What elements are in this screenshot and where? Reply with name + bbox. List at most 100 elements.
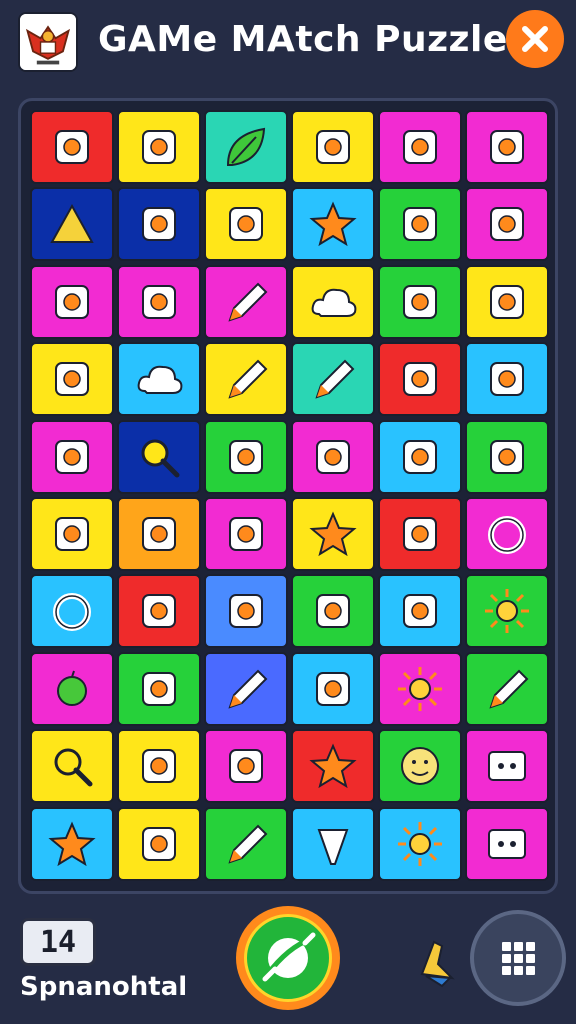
smiley-icon (401, 747, 439, 786)
tile[interactable] (378, 342, 462, 417)
tile[interactable] (378, 651, 462, 726)
tile[interactable] (204, 342, 288, 417)
tile[interactable] (117, 342, 201, 417)
tile[interactable] (30, 419, 114, 494)
tile[interactable] (291, 342, 375, 417)
tile[interactable] (117, 419, 201, 494)
tile[interactable] (30, 574, 114, 649)
tile[interactable] (378, 729, 462, 804)
tile[interactable] (465, 419, 549, 494)
triangle-icon (50, 204, 94, 244)
tile[interactable] (117, 651, 201, 726)
cone-icon (317, 828, 349, 865)
tile[interactable] (204, 497, 288, 571)
tile[interactable] (465, 729, 549, 804)
bell-icon[interactable] (412, 934, 460, 990)
hand-icon (316, 130, 350, 164)
tile[interactable] (291, 419, 375, 494)
tile[interactable] (291, 806, 375, 881)
planet-icon (262, 932, 316, 982)
box-heart-icon (229, 207, 263, 242)
tile[interactable] (30, 187, 114, 262)
tv-icon (488, 828, 526, 859)
tile[interactable] (465, 574, 549, 649)
star-icon (309, 511, 357, 557)
play-button[interactable] (236, 906, 340, 1010)
tile[interactable] (30, 110, 114, 184)
tile[interactable] (117, 574, 201, 649)
tile[interactable] (291, 651, 375, 726)
tile[interactable] (117, 729, 201, 804)
tile[interactable] (465, 497, 549, 571)
grid-menu-icon (502, 942, 535, 975)
garuda-emblem-icon (18, 12, 78, 72)
tile[interactable] (378, 110, 462, 184)
tile[interactable] (30, 729, 114, 804)
card-icon (403, 207, 437, 242)
tile[interactable] (378, 187, 462, 262)
tile[interactable] (117, 497, 201, 571)
document-icon (490, 284, 524, 319)
tile[interactable] (291, 110, 375, 184)
tile[interactable] (117, 264, 201, 339)
tile[interactable] (204, 264, 288, 339)
drum-icon (403, 284, 437, 319)
tile[interactable] (204, 574, 288, 649)
page-title: GAMe MAtch Puzzle (98, 19, 508, 60)
magnifier-icon (54, 748, 93, 787)
tile[interactable] (465, 110, 549, 184)
tile[interactable] (465, 651, 549, 726)
ring-icon (53, 593, 91, 632)
sun-icon (398, 666, 442, 711)
hammer-icon (315, 359, 355, 399)
gamepad-icon (403, 517, 437, 551)
tile[interactable] (117, 806, 201, 881)
tile[interactable] (378, 264, 462, 339)
shield-icon (316, 594, 350, 629)
tile[interactable] (30, 264, 114, 339)
gear-icon (485, 589, 529, 634)
tile[interactable] (378, 574, 462, 649)
tile[interactable] (204, 419, 288, 494)
tile[interactable] (378, 806, 462, 881)
tile[interactable] (291, 497, 375, 571)
tile[interactable] (30, 497, 114, 571)
tile[interactable] (465, 187, 549, 262)
tile[interactable] (291, 264, 375, 339)
sunflower-icon (398, 821, 442, 866)
tile[interactable] (204, 806, 288, 881)
tile[interactable] (30, 806, 114, 881)
bottom-bar: 14 Spnanohtal (0, 900, 576, 1024)
binoculars-icon (142, 594, 176, 629)
tile[interactable] (291, 187, 375, 262)
tile[interactable] (291, 574, 375, 649)
cheese-icon (55, 362, 89, 397)
button-icon (403, 439, 437, 474)
tile[interactable] (204, 729, 288, 804)
tile[interactable] (465, 264, 549, 339)
eagle-emblem-icon (55, 130, 89, 164)
tile[interactable] (465, 806, 549, 881)
menu-button[interactable] (470, 910, 566, 1006)
tile[interactable] (204, 187, 288, 262)
tile[interactable] (378, 497, 462, 571)
calculator-icon (316, 671, 350, 706)
tile[interactable] (378, 419, 462, 494)
bug-icon (229, 749, 263, 784)
tile[interactable] (204, 110, 288, 184)
apple-icon (57, 670, 87, 706)
tile[interactable] (465, 342, 549, 417)
tile[interactable] (30, 342, 114, 417)
tile[interactable] (291, 729, 375, 804)
pencil-icon (228, 359, 268, 399)
tile[interactable] (117, 110, 201, 184)
boy-face-icon (142, 130, 176, 164)
tile[interactable] (117, 187, 201, 262)
close-button[interactable] (506, 10, 564, 68)
ribbon-icon (55, 439, 89, 474)
star-icon (48, 821, 96, 866)
tile[interactable] (204, 651, 288, 726)
tile[interactable] (30, 651, 114, 726)
robot-icon (490, 362, 524, 397)
controller-icon (142, 826, 176, 861)
